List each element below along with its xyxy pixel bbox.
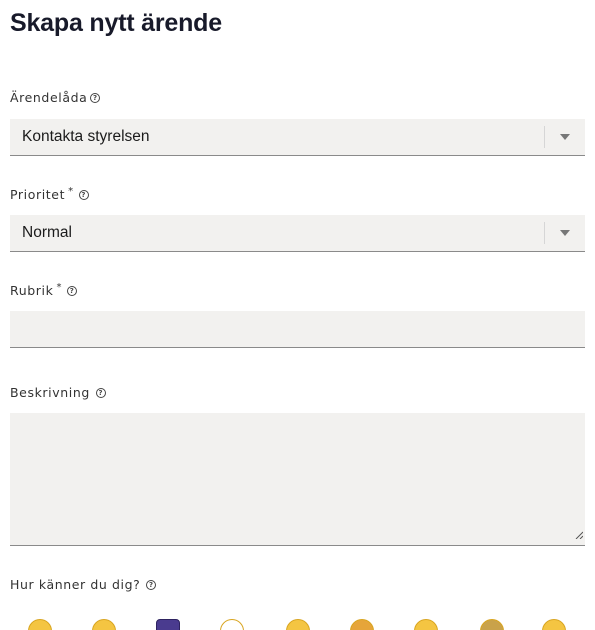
question-circle-icon[interactable]: ? xyxy=(146,579,157,590)
smiling-face-icon[interactable] xyxy=(28,619,52,630)
grinning-face-icon[interactable] xyxy=(92,619,116,630)
required-mark: * xyxy=(68,186,74,197)
question-circle-icon[interactable]: ? xyxy=(90,92,101,103)
resize-handle-icon[interactable] xyxy=(575,524,584,543)
sad-face-icon[interactable] xyxy=(350,619,374,630)
face-with-hat-icon[interactable] xyxy=(156,619,180,630)
priority-select[interactable]: Normal xyxy=(10,215,585,252)
crying-face-icon[interactable] xyxy=(414,619,438,630)
winking-face-icon[interactable] xyxy=(542,619,566,630)
mailbox-select-value: Kontakta styrelsen xyxy=(22,128,150,145)
mailbox-label: Ärendelåda ? xyxy=(10,90,101,105)
subject-label: Rubrik * ? xyxy=(10,282,78,298)
subject-label-text: Rubrik xyxy=(10,283,54,298)
question-circle-icon[interactable]: ? xyxy=(95,387,106,398)
question-circle-icon[interactable]: ? xyxy=(78,189,89,200)
chevron-down-icon[interactable] xyxy=(545,119,585,156)
mailbox-label-text: Ärendelåda xyxy=(10,90,88,105)
priority-label-text: Prioritet xyxy=(10,187,66,202)
priority-select-value: Normal xyxy=(22,224,72,241)
sweating-face-icon[interactable] xyxy=(286,619,310,630)
mailbox-select[interactable]: Kontakta styrelsen xyxy=(10,119,585,156)
page-title: Skapa nytt ärende xyxy=(10,9,222,37)
priority-label: Prioritet * ? xyxy=(10,186,89,202)
description-label-text: Beskrivning xyxy=(10,385,90,400)
description-textarea[interactable] xyxy=(10,413,585,546)
glasses-face-icon[interactable] xyxy=(480,619,504,630)
question-circle-icon[interactable]: ? xyxy=(67,285,78,296)
mood-label: Hur känner du dig? ? xyxy=(10,577,157,592)
description-label: Beskrivning ? xyxy=(10,385,106,400)
mood-options xyxy=(28,619,578,630)
rolling-eyes-face-icon[interactable] xyxy=(220,619,244,630)
required-mark: * xyxy=(56,282,63,293)
mood-label-text: Hur känner du dig? xyxy=(10,577,141,592)
subject-input[interactable] xyxy=(10,311,585,348)
chevron-down-icon[interactable] xyxy=(545,215,585,252)
